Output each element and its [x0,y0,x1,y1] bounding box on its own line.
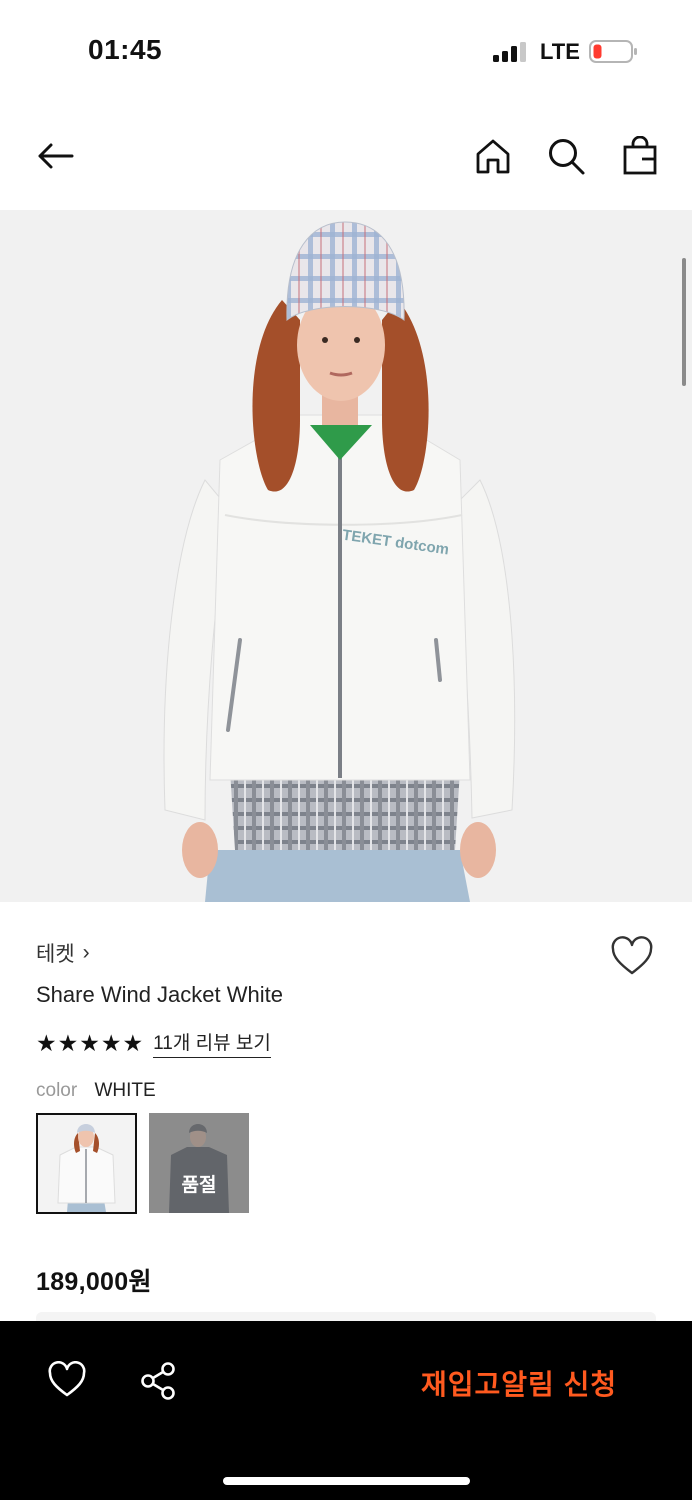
battery-icon [589,40,637,63]
status-bar: 01:45 LTE [0,0,692,100]
image-scrollbar[interactable] [682,258,686,386]
product-name: Share Wind Jacket White [36,982,283,1007]
soldout-overlay: 품절 [149,1113,249,1213]
star-icon: ★ [122,1029,144,1056]
status-time: 01:45 [88,34,163,65]
chevron-right-icon: › [82,941,90,964]
home-icon[interactable] [473,136,513,176]
search-icon[interactable] [546,136,586,176]
star-icon: ★ [100,1029,122,1056]
heart-outline-icon[interactable] [47,1361,87,1399]
review-link[interactable]: 11개 리뷰 보기 [153,1028,271,1058]
color-swatches: 품절 [36,1113,249,1214]
bottom-action-bar: 재입고알림 신청 [0,1321,692,1500]
network-label: LTE [540,39,580,64]
arrow-left-icon[interactable] [34,136,74,176]
product-hero-image[interactable]: TEKET dotcom [0,210,692,902]
color-label: color [36,1080,78,1101]
product-price: 189,000원 [36,1268,152,1296]
soldout-label: 품절 [181,1175,217,1196]
brand-link[interactable]: 테켓 › [36,938,90,968]
swatch-white-thumbnail [38,1115,135,1212]
color-row: color WHITE [36,1080,156,1102]
star-icon: ★ [57,1029,79,1056]
star-rating: ★ ★ ★ ★ ★ [36,1029,144,1056]
share-icon[interactable] [139,1361,177,1401]
top-nav [0,118,692,198]
restock-alert-button[interactable]: 재입고알림 신청 [421,1363,617,1403]
swatch-white[interactable] [36,1113,137,1214]
home-indicator[interactable] [223,1477,470,1485]
shopping-bag-icon[interactable] [620,136,660,176]
model-illustration: TEKET dotcom [0,210,692,902]
star-icon: ★ [79,1029,100,1056]
signal-icon [493,42,526,62]
star-icon: ★ [36,1029,57,1056]
color-value: WHITE [94,1080,156,1101]
heart-outline-icon[interactable] [610,936,654,978]
rating-row: ★ ★ ★ ★ ★ 11개 리뷰 보기 [36,1028,271,1058]
swatch-navy[interactable]: 품절 [149,1113,249,1213]
brand-name: 테켓 [36,943,75,966]
